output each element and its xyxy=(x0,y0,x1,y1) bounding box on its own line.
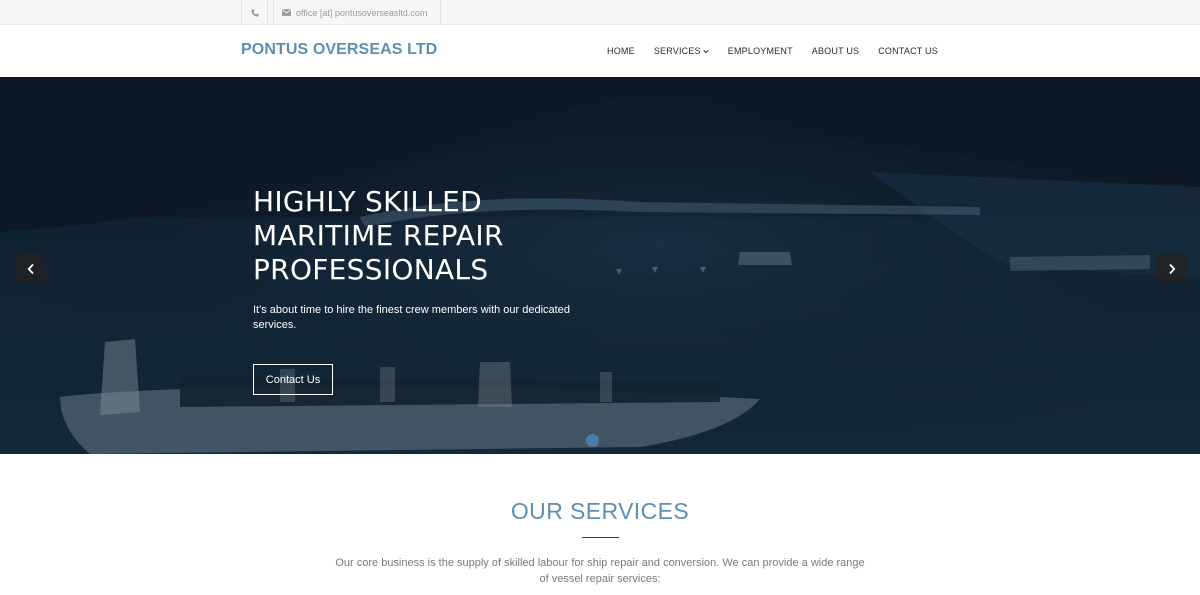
nav-home[interactable]: HOME xyxy=(607,46,635,56)
hero-title-line-2: MARITIME REPAIR xyxy=(253,219,504,252)
site-header: PONTUS OVERSEAS LTD HOME SERVICES EMPLOY… xyxy=(0,25,1200,77)
chevron-right-icon xyxy=(1168,263,1175,274)
slider-next-button[interactable] xyxy=(1156,253,1187,284)
email-link[interactable]: office [at] pontusoverseasltd.com xyxy=(273,0,441,25)
email-address: office [at] pontusoverseasltd.com xyxy=(296,7,428,18)
contact-us-button[interactable]: Contact Us xyxy=(253,364,333,395)
slider-indicator-active[interactable] xyxy=(586,434,599,447)
site-logo[interactable]: PONTUS OVERSEAS LTD xyxy=(241,41,437,59)
services-heading: OUR SERVICES xyxy=(510,498,690,524)
hero-title-line-1: HIGHLY SKILLED xyxy=(253,185,482,218)
phone-icon xyxy=(250,8,259,17)
envelope-icon xyxy=(282,9,291,16)
main-navigation: HOME SERVICES EMPLOYMENT ABOUT US CONTAC… xyxy=(607,46,938,56)
hero-subtitle: It's about time to hire the finest crew … xyxy=(253,304,570,331)
chevron-left-icon xyxy=(27,263,34,274)
nav-about-us[interactable]: ABOUT US xyxy=(812,46,859,56)
nav-services[interactable]: SERVICES xyxy=(654,46,709,56)
nav-services-label: SERVICES xyxy=(653,46,701,56)
hero-title: HIGHLY SKILLED MARITIME REPAIR PROFESSIO… xyxy=(253,185,613,287)
nav-employment[interactable]: EMPLOYMENT xyxy=(728,46,793,56)
services-section: OUR SERVICES Our core business is the su… xyxy=(0,454,1200,595)
nav-contact-us[interactable]: CONTACT US xyxy=(878,46,938,56)
services-intro: Our core business is the supply of skill… xyxy=(335,557,865,585)
heading-divider xyxy=(582,537,619,538)
hero-title-line-3: PROFESSIONALS xyxy=(253,253,489,286)
slider-prev-button[interactable] xyxy=(15,253,46,284)
top-contact-bar: office [at] pontusoverseasltd.com xyxy=(0,0,1200,25)
phone-link[interactable] xyxy=(241,0,268,25)
hero-slider: HIGHLY SKILLED MARITIME REPAIR PROFESSIO… xyxy=(0,77,1200,454)
chevron-down-icon xyxy=(703,49,709,53)
